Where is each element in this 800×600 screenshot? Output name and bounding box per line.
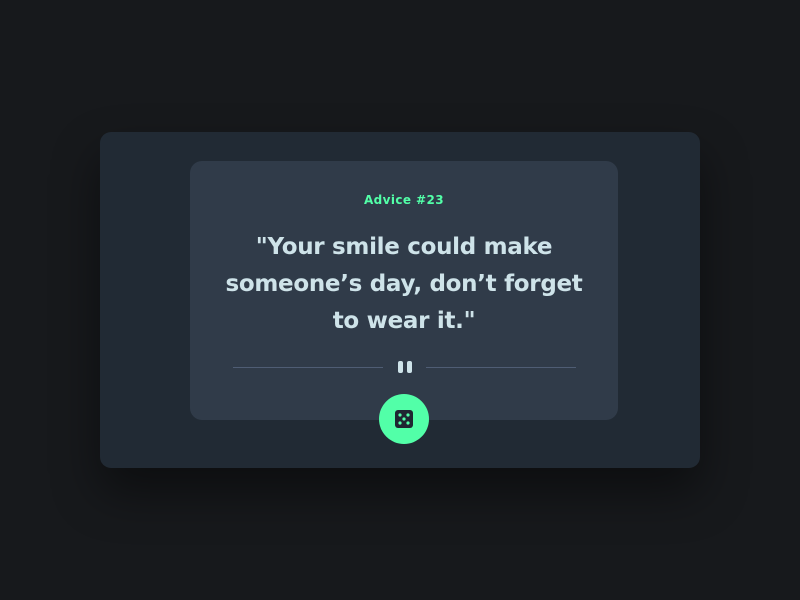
advice-card: Advice #23 "Your smile could make someon… — [190, 161, 618, 420]
advice-number: Advice #23 — [364, 193, 444, 207]
dice-icon — [395, 410, 413, 428]
pause-icon — [395, 360, 415, 374]
advice-quote: "Your smile could make someone’s day, do… — [225, 234, 583, 334]
divider-line-right — [426, 367, 576, 368]
new-advice-button[interactable] — [379, 394, 429, 444]
divider-line-left — [233, 367, 383, 368]
divider — [233, 360, 576, 374]
